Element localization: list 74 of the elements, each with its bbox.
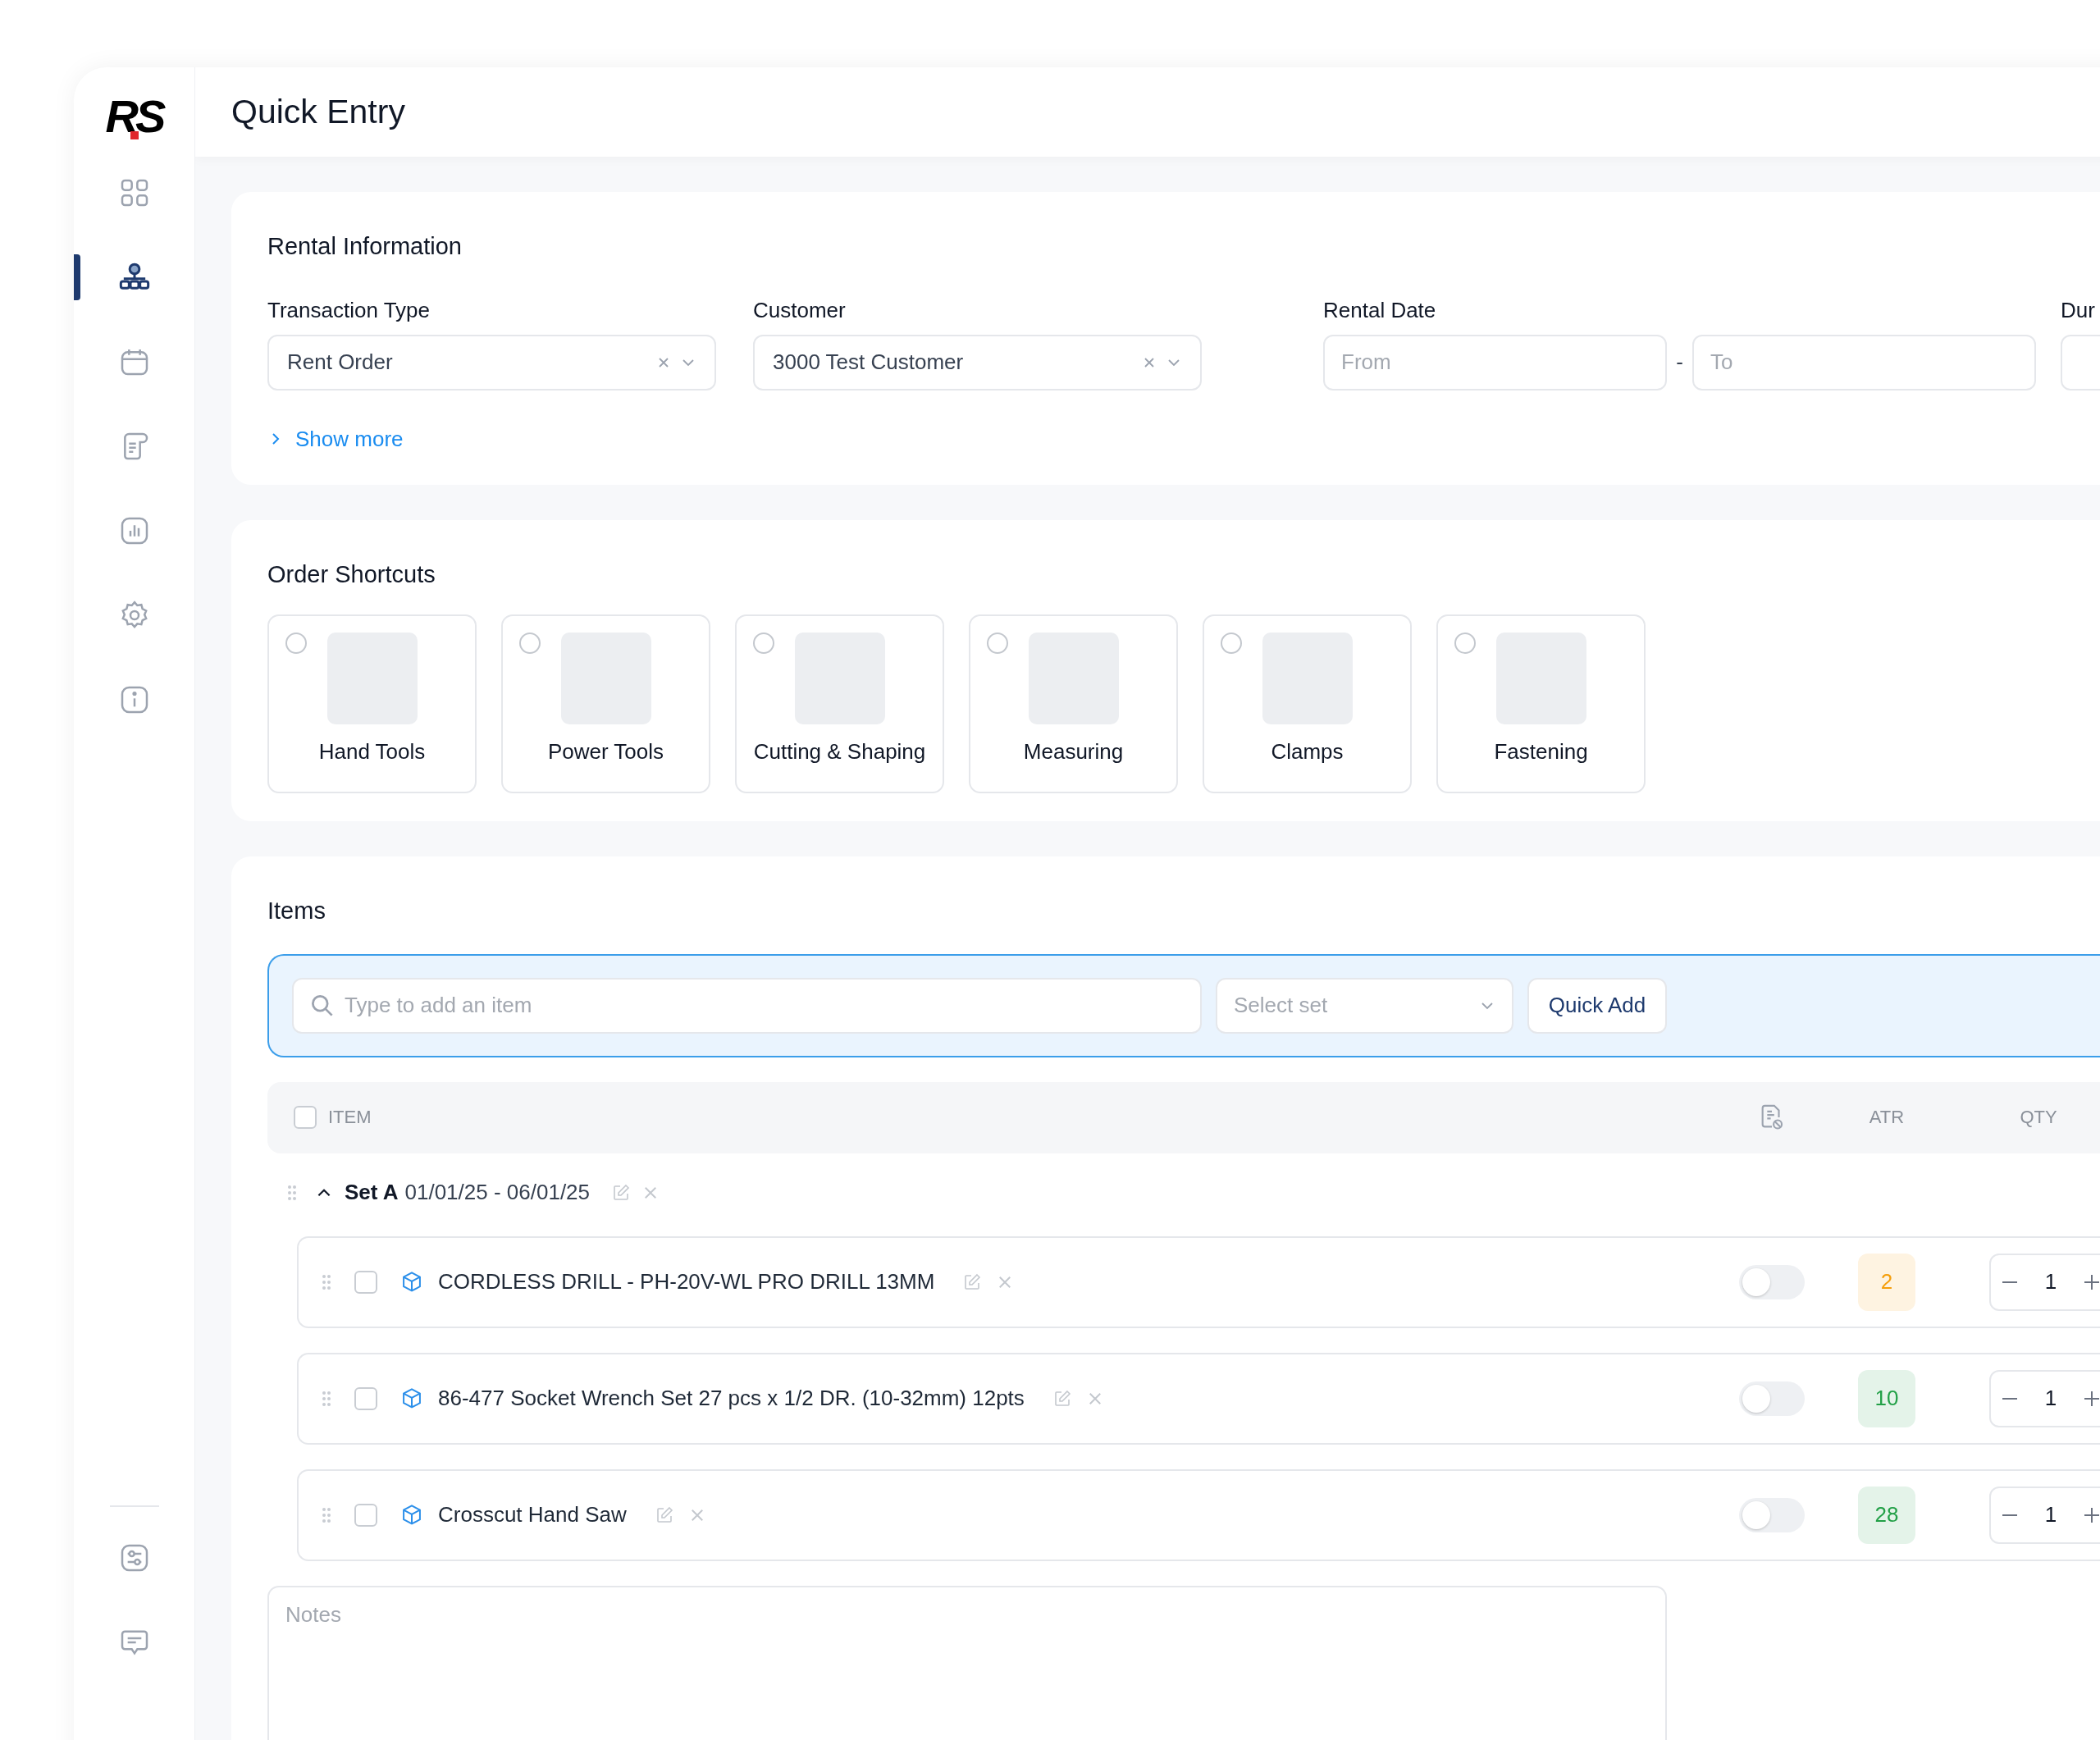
radio-button[interactable] — [285, 632, 307, 654]
availability-badge: 10 — [1858, 1369, 1915, 1427]
field-label: Dur — [2061, 297, 2096, 323]
cube-icon — [400, 1386, 423, 1410]
minus-icon — [2002, 1281, 2017, 1283]
set-dates: 01/01/25 - 06/01/25 — [404, 1180, 591, 1206]
shortcut-card[interactable]: Clamps — [1203, 614, 1412, 793]
field-label: Transaction Type — [267, 297, 431, 323]
plus-icon — [2084, 1274, 2099, 1290]
clear-icon — [657, 355, 670, 369]
drag-handle-icon[interactable] — [322, 1506, 331, 1523]
cube-icon — [400, 1503, 423, 1527]
radio-button[interactable] — [1221, 632, 1242, 654]
search-field[interactable]: Type to add an item — [292, 977, 1202, 1034]
from-date-field[interactable]: From — [1323, 334, 1667, 390]
shortcut-label: Fastening — [1494, 738, 1588, 765]
set-name: Set A — [345, 1180, 399, 1206]
checkbox[interactable] — [354, 1503, 377, 1527]
column-header: QTY — [2020, 1107, 2057, 1129]
availability-badge: 2 — [1858, 1253, 1915, 1311]
section-title: Rental Information — [267, 232, 463, 260]
radio-button[interactable] — [987, 632, 1008, 654]
section-title: Items — [267, 897, 326, 925]
shortcut-label: Hand Tools — [318, 738, 426, 765]
radio-button[interactable] — [1454, 632, 1476, 654]
shortcut-card[interactable]: Power Tools — [501, 614, 710, 793]
section-title: Order Shortcuts — [267, 560, 436, 588]
page-title: Quick Entry — [231, 92, 405, 131]
drag-handle-icon[interactable] — [322, 1390, 331, 1407]
checkbox[interactable] — [354, 1270, 377, 1294]
checkbox[interactable] — [354, 1386, 377, 1410]
to-date-field[interactable]: To — [1692, 334, 2036, 390]
field-label: Rental Date — [1323, 297, 1437, 323]
drag-handle-icon[interactable] — [287, 1184, 297, 1201]
toggle-switch[interactable] — [1739, 1264, 1805, 1299]
field-label: Customer — [753, 297, 847, 323]
minus-icon — [2002, 1397, 2017, 1400]
quantity-value: 1 — [2044, 1386, 2057, 1412]
plus-icon — [2084, 1507, 2099, 1523]
shortcut-card[interactable]: Cutting & Shaping — [735, 614, 944, 793]
toggle-switch[interactable] — [1739, 1497, 1805, 1532]
item-name: 86-477 Socket Wrench Set 27 pcs x 1/2 DR. (10-32mm) 12pts — [438, 1386, 1025, 1412]
item-name: Crosscut Hand Saw — [438, 1502, 627, 1528]
edit-icon[interactable] — [611, 1182, 632, 1203]
shortcut-card[interactable]: Fastening — [1436, 614, 1646, 793]
column-header: ATR — [1869, 1107, 1905, 1129]
radio-button[interactable] — [519, 632, 541, 654]
radio-button[interactable] — [753, 632, 774, 654]
checkbox[interactable] — [294, 1106, 317, 1130]
logo[interactable]: RS — [105, 92, 163, 141]
column-header: ITEM — [328, 1107, 372, 1129]
minus-icon — [2002, 1514, 2017, 1516]
toggle-switch[interactable] — [1739, 1381, 1805, 1416]
notes-field[interactable]: Notes — [267, 1585, 1667, 1740]
availability-badge: 28 — [1858, 1486, 1915, 1544]
clear-icon — [1143, 355, 1156, 369]
customer-select[interactable]: 3000 Test Customer — [753, 334, 1202, 390]
quantity-value: 1 — [2044, 1502, 2057, 1528]
shortcut-card[interactable]: Measuring — [969, 614, 1178, 793]
quick-add-button[interactable]: Quick Add — [1527, 977, 1667, 1034]
date-separator: - — [1675, 349, 1684, 376]
shortcut-label: Clamps — [1271, 738, 1344, 765]
plus-icon — [2084, 1391, 2099, 1406]
quantity-value: 1 — [2044, 1269, 2057, 1295]
shortcut-label: Measuring — [1023, 738, 1124, 765]
shortcut-label: Power Tools — [547, 738, 664, 765]
transaction-type-select[interactable]: Rent Order — [267, 334, 716, 390]
drag-handle-icon[interactable] — [322, 1273, 331, 1290]
item-name: CORDLESS DRILL - PH-20V-WL PRO DRILL 13MM — [438, 1269, 935, 1295]
edit-icon[interactable] — [962, 1272, 983, 1292]
cube-icon — [400, 1270, 423, 1294]
shortcut-card[interactable]: Hand Tools — [267, 614, 477, 793]
search-icon — [312, 994, 333, 1016]
shortcut-label: Cutting & Shaping — [753, 738, 926, 765]
